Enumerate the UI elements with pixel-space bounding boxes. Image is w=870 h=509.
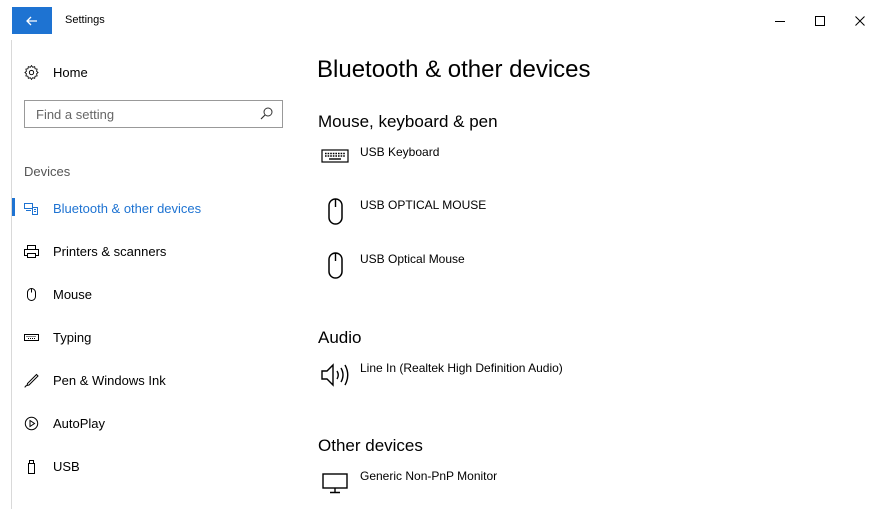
search-icon: [260, 107, 273, 120]
speaker-icon: [318, 360, 354, 394]
title-bar: Settings: [0, 0, 870, 40]
printer-icon: [24, 244, 39, 259]
device-name: USB Optical Mouse: [360, 252, 465, 266]
sidebar-item-typing[interactable]: Typing: [24, 325, 91, 349]
usb-icon: [24, 459, 39, 474]
sidebar-item-usb[interactable]: USB: [24, 454, 80, 478]
back-arrow-icon: [26, 16, 37, 25]
device-name: USB Keyboard: [360, 145, 440, 159]
device-name: USB OPTICAL MOUSE: [360, 198, 487, 212]
device-usb-optical-mouse[interactable]: USB Optical Mouse: [318, 251, 465, 285]
sidebar-group-label: Devices: [24, 164, 71, 179]
maximize-icon: [815, 16, 825, 26]
sidebar-item-label: USB: [53, 458, 80, 474]
section-title-other-devices: Other devices: [318, 436, 423, 455]
monitor-icon: [318, 468, 354, 502]
sidebar-item-label: Typing: [53, 329, 92, 345]
mouse-icon: [318, 197, 354, 231]
back-button[interactable]: [12, 7, 52, 34]
sidebar-item-autoplay[interactable]: AutoPlay: [24, 411, 105, 435]
device-line-in[interactable]: Line In (Realtek High Definition Audio): [318, 360, 563, 394]
sidebar-home[interactable]: Home: [24, 60, 88, 84]
sidebar-item-label: Printers & scanners: [53, 243, 167, 259]
sidebar-item-label: Mouse: [53, 286, 93, 302]
section-title-input-devices: Mouse, keyboard & pen: [318, 112, 498, 131]
section-title-audio: Audio: [318, 328, 362, 347]
sidebar-home-label: Home: [53, 64, 88, 80]
sidebar-item-pen[interactable]: Pen & Windows Ink: [24, 368, 166, 392]
maximize-button[interactable]: [800, 8, 840, 34]
sidebar-item-label: Bluetooth & other devices: [53, 200, 202, 216]
device-usb-optical-mouse-upper[interactable]: USB OPTICAL MOUSE: [318, 197, 486, 231]
sidebar-item-bluetooth[interactable]: Bluetooth & other devices: [24, 196, 201, 220]
keyboard-icon: [318, 144, 354, 178]
page-title: Bluetooth & other devices: [317, 56, 591, 83]
device-name: Line In (Realtek High Definition Audio): [360, 361, 563, 375]
gear-icon: [24, 64, 39, 80]
sidebar-item-label: Pen & Windows Ink: [53, 372, 166, 388]
close-button[interactable]: [840, 8, 870, 34]
window-title: Settings: [65, 14, 105, 26]
keyboard-icon: [24, 330, 39, 345]
close-icon: [855, 16, 865, 26]
bluetooth-devices-icon: [24, 201, 39, 216]
sidebar-item-label: AutoPlay: [53, 415, 106, 431]
sidebar-item-mouse[interactable]: Mouse: [24, 282, 92, 306]
mouse-icon: [24, 287, 39, 302]
device-usb-keyboard[interactable]: USB Keyboard: [318, 144, 439, 178]
window-border: [11, 40, 12, 509]
minimize-button[interactable]: [760, 8, 800, 34]
pen-icon: [24, 373, 39, 388]
device-name: Generic Non-PnP Monitor: [360, 469, 498, 483]
minimize-icon: [775, 21, 785, 22]
active-indicator: [12, 198, 15, 216]
autoplay-icon: [24, 416, 39, 431]
device-generic-monitor[interactable]: Generic Non-PnP Monitor: [318, 468, 497, 502]
sidebar-item-printers[interactable]: Printers & scanners: [24, 239, 166, 263]
search-box[interactable]: [24, 100, 283, 128]
mouse-icon: [318, 251, 354, 285]
search-input[interactable]: [25, 101, 258, 127]
